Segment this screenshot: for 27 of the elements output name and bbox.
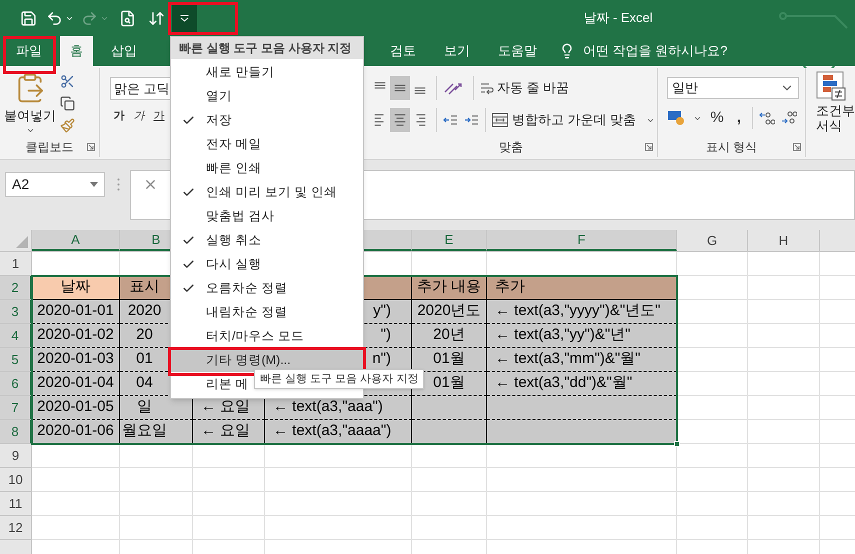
group-label: 표시 형식	[706, 139, 758, 156]
tooltip: 빠른 실행 도구 모음 사용자 지정	[254, 369, 424, 389]
table-cell: 20년	[412, 324, 487, 348]
table-cell: ← text(a3,"dd")&"월"	[487, 372, 677, 396]
group-label: 클립보드	[26, 139, 74, 156]
table-cell: 2020-01-05	[32, 396, 120, 420]
table-cell: 추가 내용	[412, 276, 487, 300]
table-cell: 추가	[487, 276, 677, 300]
table-cell: 2020-01-04	[32, 372, 120, 396]
table-cell: 2020년도	[412, 300, 487, 324]
table-cell: 날짜	[32, 276, 120, 300]
table-cell: 2020-01-01	[32, 300, 120, 324]
table-cell: ← text(a3,"yy")&"년"	[487, 324, 677, 348]
menu-header: 빠른 실행 도구 모음 사용자 지정	[171, 37, 363, 59]
table-cell: 01월	[412, 348, 487, 372]
table-cell: ← text(a3,"yyyy")&"년도"	[487, 300, 677, 324]
table-cell: ← text(a3,"aaaa")	[265, 420, 412, 444]
table-cell: 2020-01-06	[32, 420, 120, 444]
table-cell: 일	[120, 396, 193, 420]
table-cell: 2020-01-03	[32, 348, 120, 372]
group-label: 맞춤	[499, 139, 523, 156]
table-cell: ← text(a3,"aaa")	[265, 396, 412, 420]
table-cell: ← 요일	[193, 420, 265, 444]
window-title: 날짜 - Excel	[583, 9, 653, 28]
table-cell: ← text(a3,"mm")&"월"	[487, 348, 677, 372]
table-cell: 월요일	[120, 420, 193, 444]
table-cell: 2020-01-02	[32, 324, 120, 348]
